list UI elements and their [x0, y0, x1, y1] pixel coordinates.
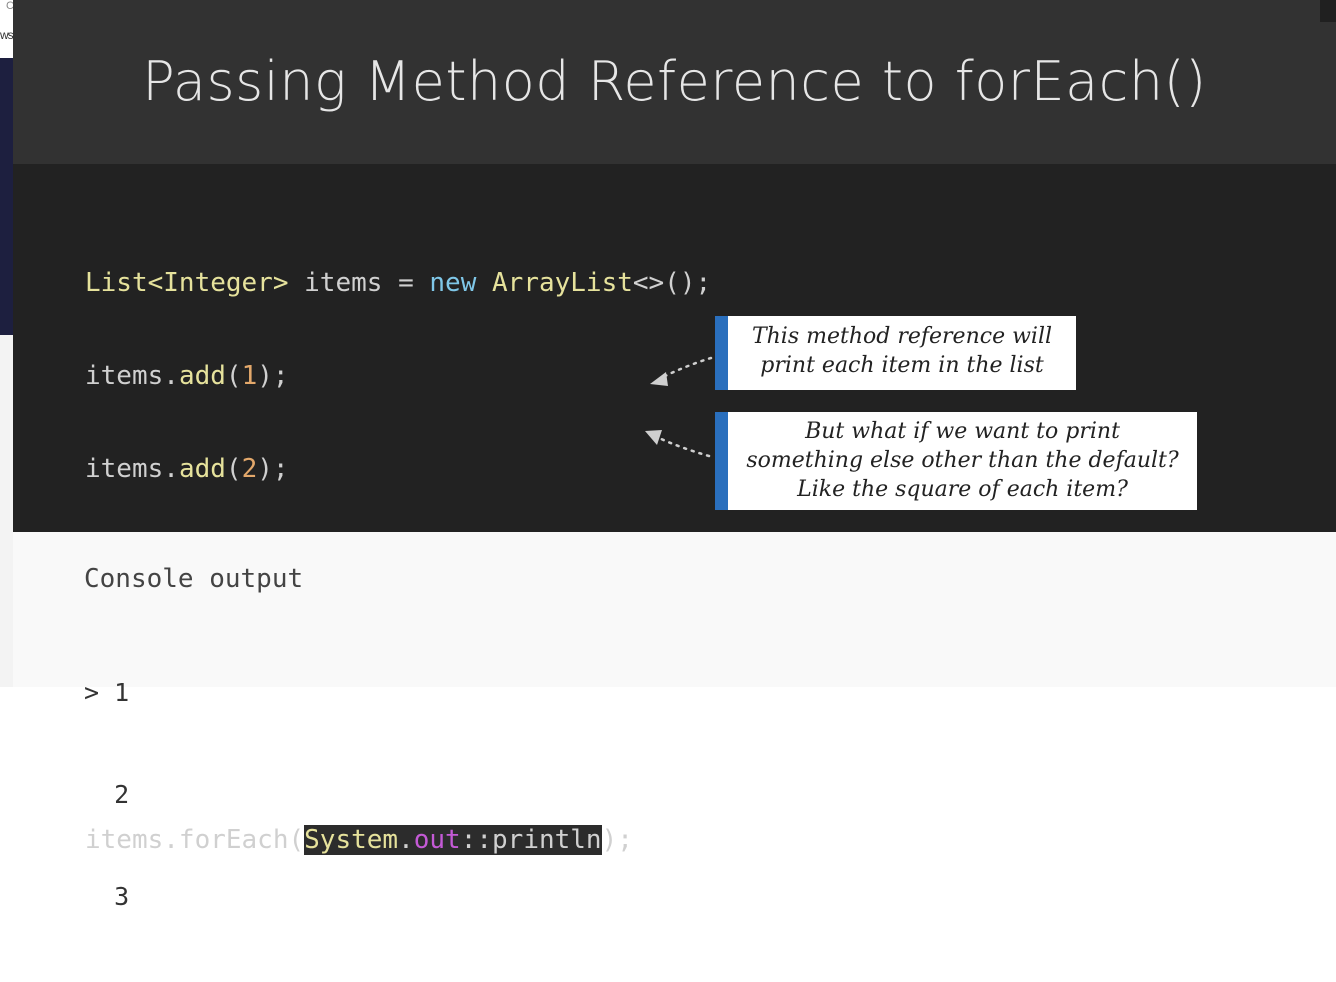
- browser-top-fragment: C: [6, 0, 13, 12]
- slide: Passing Method Reference to forEach() Li…: [13, 0, 1336, 911]
- code-number: 2: [241, 454, 258, 484]
- callout-text: But what if we want to print: [805, 419, 1120, 444]
- code-dot: .: [398, 825, 414, 855]
- console-title: Console output: [84, 564, 304, 594]
- code-keyword: new: [429, 268, 477, 298]
- console-line: > 1: [84, 678, 130, 707]
- browser-tab-fragment[interactable]: ws: [0, 28, 13, 42]
- console-panel: Console output > 1 2 3: [13, 532, 1336, 911]
- background-window-lower: [0, 335, 13, 687]
- callout-text: something else other than the default?: [746, 448, 1179, 473]
- code-paren: );: [601, 825, 633, 855]
- code-class: ArrayList: [492, 268, 633, 298]
- code-paren: );: [257, 454, 289, 484]
- code-method: add: [178, 454, 226, 484]
- console-line: 3: [84, 882, 130, 911]
- code-obj: items: [85, 361, 164, 391]
- code-text: items =: [288, 268, 430, 298]
- code-dot: .: [163, 361, 179, 391]
- callout-method-reference: This method reference will print each it…: [715, 316, 1076, 390]
- code-line-add: items.add(1);: [85, 361, 711, 392]
- code-type: List<Integer>: [85, 268, 289, 298]
- console-line: 2: [84, 780, 130, 809]
- callout-question: But what if we want to print something e…: [715, 412, 1197, 510]
- code-line-add: items.add(2);: [85, 454, 711, 485]
- code-field: out: [413, 825, 461, 855]
- corner-control[interactable]: [1320, 0, 1336, 22]
- console-output: > 1 2 3: [84, 608, 174, 982]
- callout-text: print each item in the list: [760, 353, 1044, 378]
- code-method-ref: ::println: [460, 825, 602, 855]
- title-bar: Passing Method Reference to forEach(): [13, 0, 1336, 164]
- code-paren: (: [225, 361, 242, 391]
- code-method: add: [178, 361, 226, 391]
- method-reference-highlight: System.out::println: [304, 825, 602, 855]
- code-obj: items: [85, 454, 164, 484]
- browser-left-strip: C ws: [0, 0, 13, 687]
- background-window: [0, 58, 13, 335]
- code-paren: );: [257, 361, 289, 391]
- code-dot: .: [163, 454, 179, 484]
- code-number: 1: [241, 361, 258, 391]
- code-text: <>();: [632, 268, 712, 298]
- code-panel: List<Integer> items = new ArrayList<>();…: [13, 164, 1336, 855]
- code-paren: (: [225, 454, 242, 484]
- slide-title: Passing Method Reference to forEach(): [142, 50, 1207, 113]
- callout-text: This method reference will: [751, 324, 1053, 349]
- code-class: System: [304, 825, 399, 855]
- code-line-foreach: items.forEach(System.out::println);: [85, 825, 711, 856]
- callout-text: Like the square of each item?: [797, 477, 1128, 502]
- code-line-declaration: List<Integer> items = new ArrayList<>();: [85, 268, 711, 299]
